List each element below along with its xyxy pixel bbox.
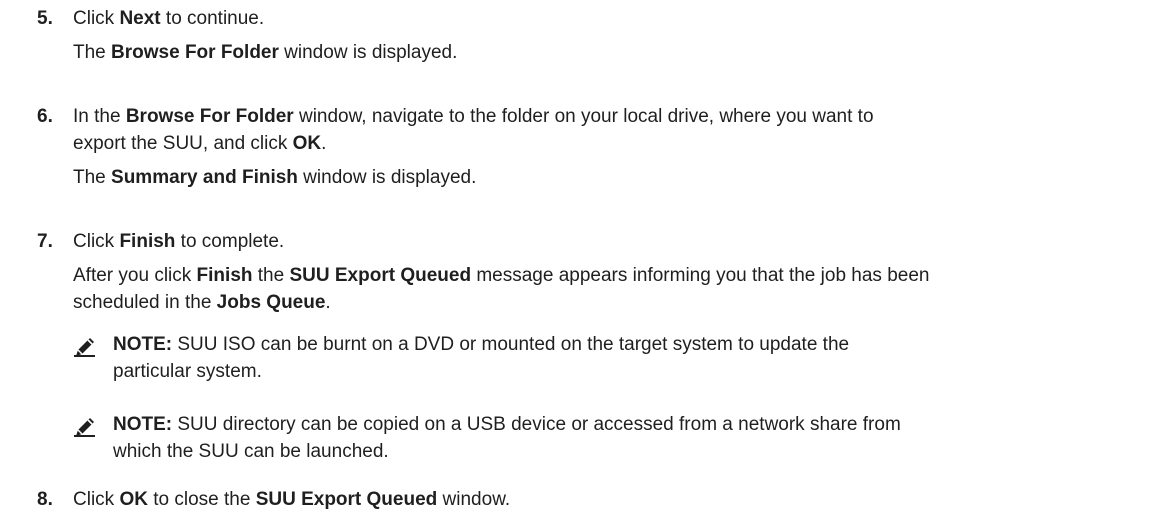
text: particular system. <box>113 361 262 382</box>
text: window is displayed. <box>278 42 458 63</box>
text: scheduled in the <box>73 292 217 313</box>
note-label: NOTE: <box>113 334 173 355</box>
text: the <box>252 265 290 286</box>
text: The <box>73 42 112 63</box>
step-action-cont: export the SUU, and click OK. <box>73 130 326 158</box>
ui-term: Browse For Folder <box>125 106 294 127</box>
note-text: NOTE: SUU directory can be copied on a U… <box>113 411 901 439</box>
text: window is displayed. <box>297 167 477 188</box>
note-label: NOTE: <box>113 414 173 435</box>
text: After you click <box>73 265 197 286</box>
text: window. <box>437 489 511 510</box>
ui-term: OK <box>292 133 322 154</box>
text: to close the <box>147 489 256 510</box>
document-page: 5. Click Next to continue. The Browse Fo… <box>0 0 1175 520</box>
step-number: 5. <box>37 8 53 29</box>
text: In the <box>73 106 126 127</box>
text: The <box>73 167 112 188</box>
pencil-note-icon <box>74 338 95 357</box>
ui-term: SUU Export Queued <box>289 265 472 286</box>
step-result-cont: scheduled in the Jobs Queue. <box>73 289 331 317</box>
text: SUU ISO can be burnt on a DVD or mounted… <box>172 334 850 355</box>
text: to continue. <box>160 8 265 29</box>
text: which the SUU can be launched. <box>113 441 389 462</box>
step-number: 7. <box>37 231 53 252</box>
text: message appears informing you that the j… <box>471 265 930 286</box>
text: . <box>325 292 331 313</box>
text: SUU directory can be copied on a USB dev… <box>172 414 901 435</box>
text: window, navigate to the folder on your l… <box>293 106 874 127</box>
pencil-note-icon <box>74 418 95 437</box>
step-result: After you click Finish the SUU Export Qu… <box>73 262 929 290</box>
ui-term: Browse For Folder <box>111 42 279 63</box>
ui-term: Finish <box>196 265 253 286</box>
ui-term: Jobs Queue <box>216 292 326 313</box>
text: Click <box>73 489 120 510</box>
text: . <box>321 133 327 154</box>
note-text-cont: particular system. <box>113 358 262 386</box>
text: export the SUU, and click <box>73 133 293 154</box>
ui-term: Summary and Finish <box>111 167 298 188</box>
ui-term: Finish <box>119 231 176 252</box>
text: Click <box>73 231 120 252</box>
text: to complete. <box>175 231 285 252</box>
step-action: Click OK to close the SUU Export Queued … <box>73 486 510 514</box>
note-text: NOTE: SUU ISO can be burnt on a DVD or m… <box>113 331 849 359</box>
step-action: In the Browse For Folder window, navigat… <box>73 103 874 131</box>
ui-term: Next <box>119 8 161 29</box>
step-result: The Summary and Finish window is display… <box>73 164 476 192</box>
step-result: The Browse For Folder window is displaye… <box>73 39 457 67</box>
step-number: 8. <box>37 489 53 510</box>
text: Click <box>73 8 120 29</box>
ui-term: OK <box>119 489 148 510</box>
step-number: 6. <box>37 106 53 127</box>
note-text-cont: which the SUU can be launched. <box>113 438 389 466</box>
ui-term: SUU Export Queued <box>255 489 438 510</box>
step-action: Click Finish to complete. <box>73 228 284 256</box>
step-action: Click Next to continue. <box>73 5 264 33</box>
